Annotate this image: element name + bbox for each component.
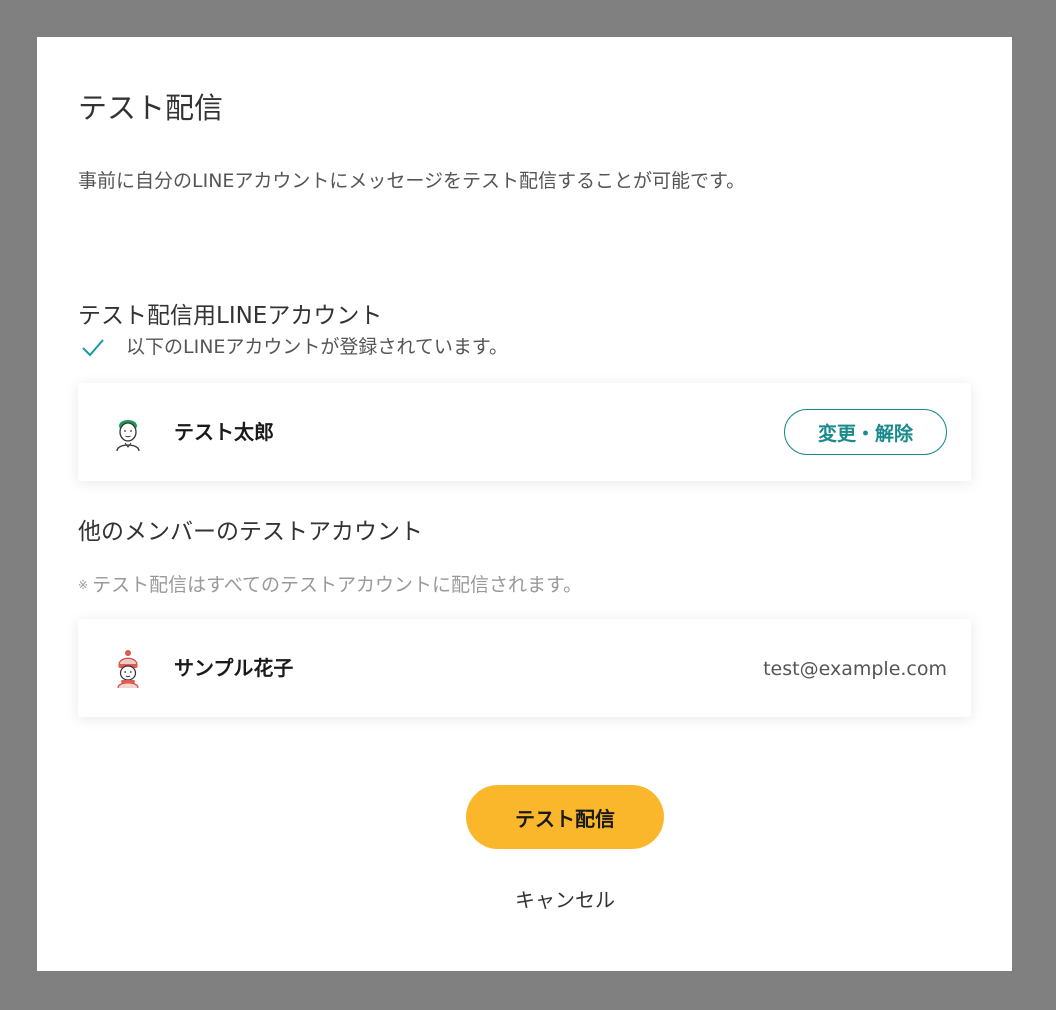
change-unlink-button[interactable]: 変更・解除 <box>784 409 947 455</box>
member-name: サンプル花子 <box>174 656 294 680</box>
dialog-description: 事前に自分のLINEアカウントにメッセージをテスト配信することが可能です。 <box>78 170 746 192</box>
checkmark-icon <box>80 334 106 360</box>
note-mark: ※ <box>78 578 89 592</box>
member-card: サンプル花子 test@example.com <box>78 619 971 717</box>
avatar-man-green-hair-icon <box>108 413 148 453</box>
own-account-card: テスト太郎 変更・解除 <box>78 383 971 481</box>
registered-status: 以下のLINEアカウントが登録されています。 <box>80 333 508 361</box>
members-note-text: テスト配信はすべてのテストアカウントに配信されます。 <box>92 574 583 596</box>
registered-message: 以下のLINEアカウントが登録されています。 <box>126 336 508 358</box>
members-heading: 他のメンバーのテストアカウント <box>78 519 423 545</box>
test-delivery-button[interactable]: テスト配信 <box>466 785 664 849</box>
test-delivery-dialog: テスト配信 事前に自分のLINEアカウントにメッセージをテスト配信することが可能… <box>37 37 1012 971</box>
cancel-button[interactable]: キャンセル <box>466 887 664 913</box>
dialog-title: テスト配信 <box>78 91 224 125</box>
own-account-name: テスト太郎 <box>174 420 274 444</box>
members-note: ※ テスト配信はすべてのテストアカウントに配信されます。 <box>78 571 582 599</box>
avatar-woman-winter-hat-icon <box>108 649 148 689</box>
own-account-heading: テスト配信用LINEアカウント <box>78 303 383 329</box>
member-email: test@example.com <box>763 658 947 680</box>
